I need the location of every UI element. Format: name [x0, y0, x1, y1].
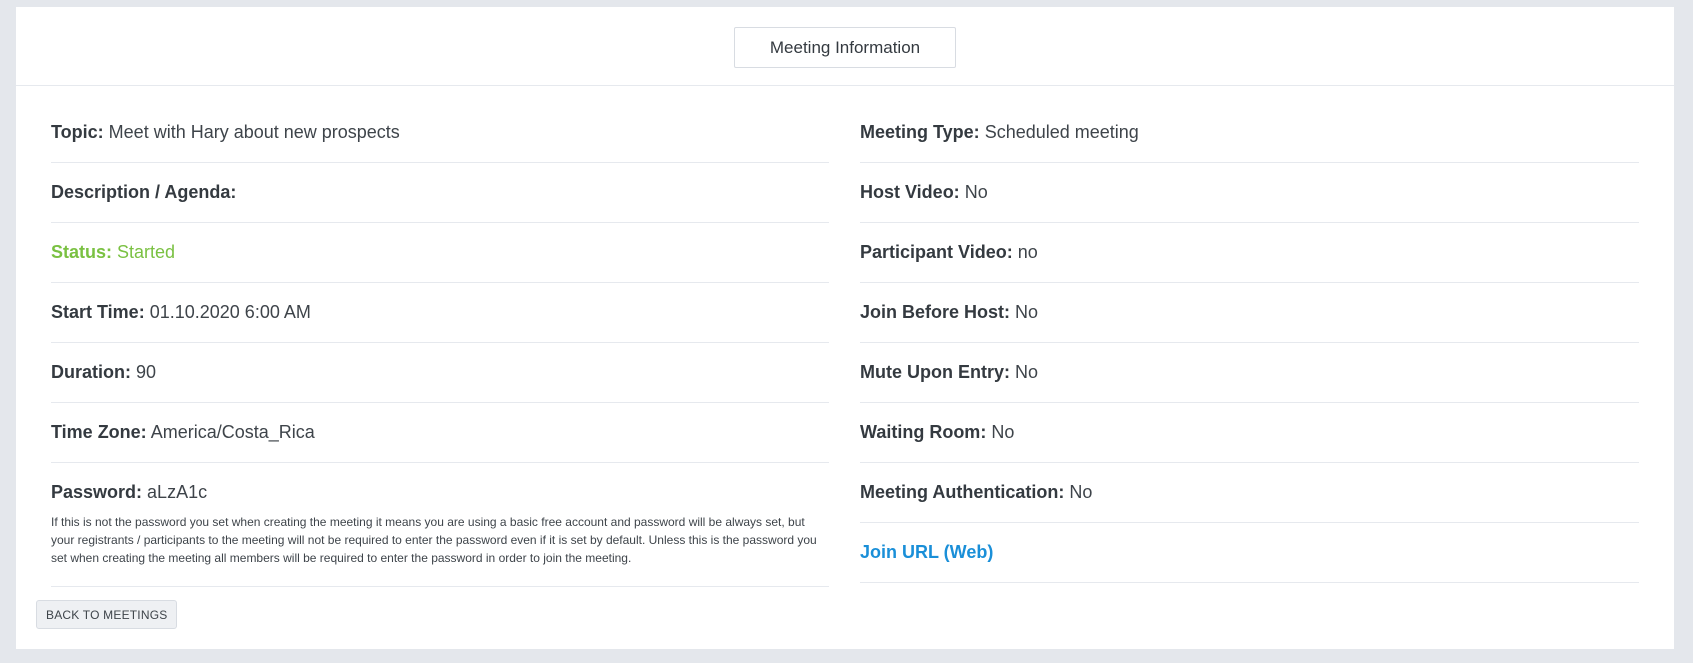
- start-time-value: 01.10.2020 6:00 AM: [149, 302, 311, 322]
- meeting-authentication-row: Meeting Authentication: No: [860, 463, 1639, 523]
- meeting-authentication-label: Meeting Authentication:: [860, 482, 1065, 502]
- card-header: Meeting Information: [16, 7, 1674, 86]
- meeting-details-right: Meeting Type: Scheduled meeting Host Vid…: [860, 103, 1639, 583]
- password-label: Password:: [51, 482, 143, 502]
- waiting-room-value: No: [991, 422, 1015, 442]
- meeting-type-row: Meeting Type: Scheduled meeting: [860, 103, 1639, 163]
- participant-video-value: no: [1017, 242, 1038, 262]
- waiting-room-label: Waiting Room:: [860, 422, 987, 442]
- waiting-room-row: Waiting Room: No: [860, 403, 1639, 463]
- join-before-host-row: Join Before Host: No: [860, 283, 1639, 343]
- meeting-authentication-value: No: [1069, 482, 1093, 502]
- duration-row: Duration: 90: [51, 343, 829, 403]
- topic-value: Meet with Hary about new prospects: [108, 122, 400, 142]
- mute-upon-entry-label: Mute Upon Entry:: [860, 362, 1010, 382]
- status-value: Started: [117, 242, 176, 262]
- meeting-card: Meeting Information Topic: Meet with Har…: [16, 7, 1674, 649]
- duration-label: Duration:: [51, 362, 131, 382]
- description-label: Description / Agenda:: [51, 182, 237, 202]
- description-row: Description / Agenda:: [51, 163, 829, 223]
- time-zone-value: America/Costa_Rica: [150, 422, 315, 442]
- duration-value: 90: [136, 362, 157, 382]
- back-to-meetings-button[interactable]: BACK TO MEETINGS: [36, 600, 178, 629]
- join-before-host-value: No: [1015, 302, 1039, 322]
- topic-row: Topic: Meet with Hary about new prospect…: [51, 103, 829, 163]
- password-note: If this is not the password you set when…: [51, 515, 817, 565]
- meeting-type-label: Meeting Type:: [860, 122, 980, 142]
- host-video-value: No: [964, 182, 988, 202]
- join-url-link[interactable]: Join URL (Web): [860, 542, 993, 562]
- status-row: Status: Started: [51, 223, 829, 283]
- join-url-row: Join URL (Web): [860, 523, 1639, 583]
- password-value: aLzA1c: [147, 482, 208, 502]
- host-video-label: Host Video:: [860, 182, 960, 202]
- mute-upon-entry-row: Mute Upon Entry: No: [860, 343, 1639, 403]
- participant-video-row: Participant Video: no: [860, 223, 1639, 283]
- time-zone-row: Time Zone: America/Costa_Rica: [51, 403, 829, 463]
- host-video-row: Host Video: No: [860, 163, 1639, 223]
- topic-label: Topic:: [51, 122, 104, 142]
- start-time-label: Start Time:: [51, 302, 145, 322]
- password-row: Password: aLzA1c If this is not the pass…: [51, 463, 829, 587]
- participant-video-label: Participant Video:: [860, 242, 1013, 262]
- meeting-details-left: Topic: Meet with Hary about new prospect…: [51, 103, 829, 587]
- meeting-type-value: Scheduled meeting: [984, 122, 1139, 142]
- mute-upon-entry-value: No: [1015, 362, 1039, 382]
- time-zone-label: Time Zone:: [51, 422, 147, 442]
- tab-meeting-information[interactable]: Meeting Information: [734, 27, 956, 68]
- join-before-host-label: Join Before Host:: [860, 302, 1011, 322]
- start-time-row: Start Time: 01.10.2020 6:00 AM: [51, 283, 829, 343]
- status-label: Status:: [51, 242, 113, 262]
